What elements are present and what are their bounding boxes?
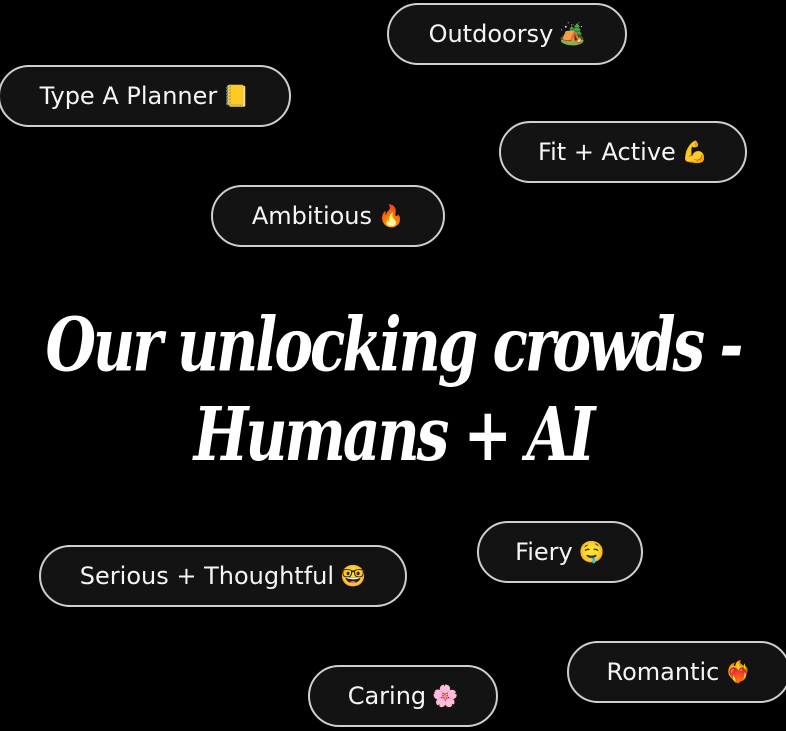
tag-romantic[interactable]: Romantic ❤️‍🔥 bbox=[567, 641, 786, 703]
tag-label: Type A Planner bbox=[39, 82, 218, 110]
fire-icon: 🔥 bbox=[378, 203, 405, 228]
tag-outdoorsy[interactable]: Outdoorsy 🏕️ bbox=[387, 3, 627, 65]
nerd-face-icon: 🤓 bbox=[340, 563, 367, 588]
tag-type-a-planner[interactable]: Type A Planner 📒 bbox=[0, 65, 291, 127]
notebook-icon: 📒 bbox=[223, 83, 250, 108]
tag-fit-active[interactable]: Fit + Active 💪 bbox=[499, 121, 747, 183]
tag-label: Fit + Active bbox=[538, 138, 676, 166]
camping-icon: 🏕️ bbox=[559, 21, 586, 46]
tag-fiery[interactable]: Fiery 🤤 bbox=[477, 521, 643, 583]
tag-label: Caring bbox=[347, 682, 427, 710]
tag-serious-thoughtful[interactable]: Serious + Thoughtful 🤓 bbox=[39, 545, 407, 607]
page: { "headline": { "line1": "Our unlocking … bbox=[0, 0, 786, 731]
tag-ambitious[interactable]: Ambitious 🔥 bbox=[211, 185, 445, 247]
drooling-face-icon: 🤤 bbox=[578, 539, 605, 564]
headline: Our unlocking crowds - Humans + AI bbox=[0, 300, 786, 479]
heart-on-fire-icon: ❤️‍🔥 bbox=[725, 659, 752, 684]
headline-line-1: Our unlocking crowds - bbox=[45, 301, 744, 389]
tag-label: Fiery bbox=[515, 538, 573, 566]
tag-label: Serious + Thoughtful bbox=[79, 562, 335, 590]
tag-label: Ambitious bbox=[251, 202, 373, 230]
headline-line-2: Humans + AI bbox=[193, 390, 596, 478]
tag-caring[interactable]: Caring 🌸 bbox=[308, 665, 498, 727]
tag-label: Outdoorsy bbox=[428, 20, 554, 48]
cherry-blossom-icon: 🌸 bbox=[432, 683, 459, 708]
flexed-bicep-icon: 💪 bbox=[681, 139, 708, 164]
tag-label: Romantic bbox=[606, 658, 720, 686]
